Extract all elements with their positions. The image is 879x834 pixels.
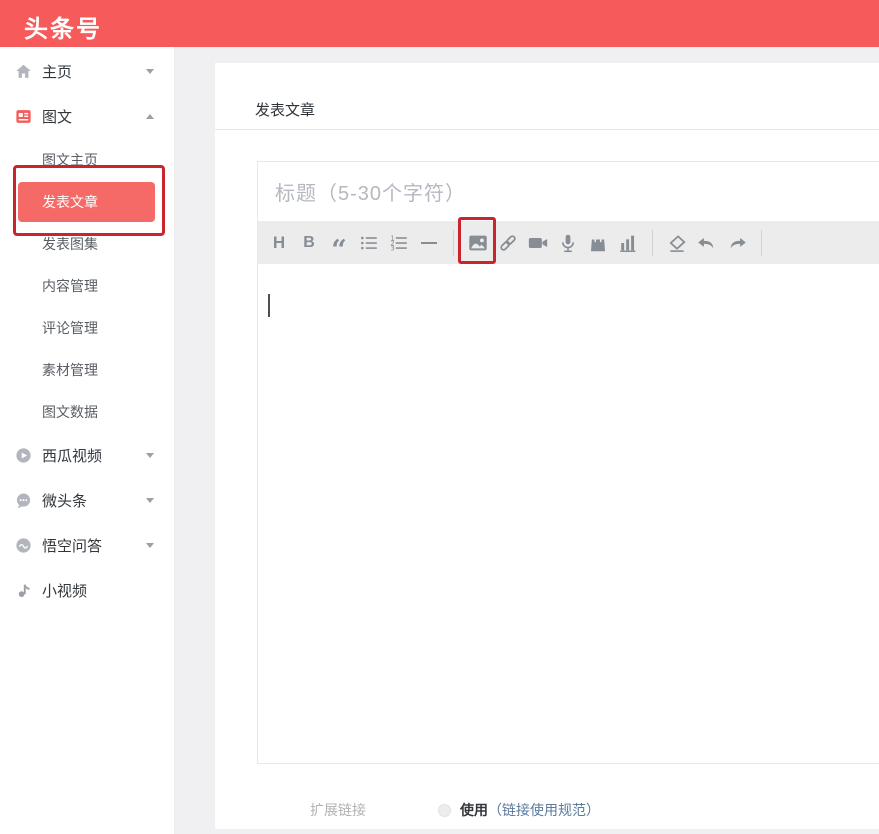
sidebar-item-label: 素材管理 <box>42 362 98 378</box>
link-icon[interactable] <box>493 221 523 264</box>
blockquote-icon[interactable]: “ <box>324 221 354 264</box>
numbered-list-icon[interactable]: 123 <box>384 221 414 264</box>
sidebar-item-悟空问答[interactable]: 悟空问答 <box>0 523 174 568</box>
sidebar-item-小视频[interactable]: 小视频 <box>0 568 174 613</box>
title-input[interactable]: 标题（5-30个字符） <box>258 162 879 221</box>
undo-icon[interactable] <box>692 221 722 264</box>
sidebar-item-label: 图文主页 <box>42 152 98 168</box>
sidebar-item-评论管理[interactable]: 评论管理 <box>0 307 174 349</box>
home-icon <box>14 62 33 81</box>
svg-text:3: 3 <box>390 244 394 252</box>
sidebar-item-主页[interactable]: 主页 <box>0 49 174 94</box>
toolbar-divider <box>652 229 653 256</box>
sidebar-item-label: 微头条 <box>42 493 88 510</box>
sidebar-item-发表文章[interactable]: 发表文章 <box>0 181 174 223</box>
redo-icon[interactable] <box>722 221 752 264</box>
sidebar-item-label: 图文 <box>42 109 73 126</box>
bold-icon[interactable]: B <box>294 221 324 264</box>
sidebar-item-内容管理[interactable]: 内容管理 <box>0 265 174 307</box>
image-icon[interactable] <box>463 221 493 264</box>
sidebar-item-label: 图文数据 <box>42 404 98 420</box>
toolbar-divider <box>453 229 454 256</box>
xigua-video-icon <box>14 446 33 465</box>
extension-link-row: 扩展链接 使用 （链接使用规范） <box>310 800 879 820</box>
title-placeholder: 标题（5-30个字符） <box>275 183 467 205</box>
sidebar-item-label: 西瓜视频 <box>42 448 103 465</box>
sidebar-item-素材管理[interactable]: 素材管理 <box>0 349 174 391</box>
wukong-qa-icon <box>14 536 33 555</box>
sidebar-item-label: 发表图集 <box>42 236 98 252</box>
extension-link-radio[interactable] <box>438 803 451 817</box>
sidebar-item-label: 评论管理 <box>42 320 98 336</box>
heading-icon[interactable]: H <box>264 221 294 264</box>
eraser-icon[interactable] <box>662 221 692 264</box>
bullet-list-icon[interactable] <box>354 221 384 264</box>
active-item-highlight[interactable]: 发表文章 <box>18 182 155 222</box>
sidebar-item-label: 主页 <box>42 64 73 81</box>
chevron-down-icon[interactable] <box>146 453 154 458</box>
editor-body-textarea[interactable] <box>258 264 879 763</box>
page-title: 发表文章 <box>255 102 316 119</box>
sidebar-item-label: 悟空问答 <box>42 538 103 555</box>
extension-use-label: 使用 <box>460 802 488 818</box>
top-header-bar: 头条号 <box>0 0 879 47</box>
chevron-up-icon[interactable] <box>146 114 154 119</box>
chevron-down-icon[interactable] <box>146 69 154 74</box>
toutiao-logo[interactable]: 头条号 <box>24 9 102 44</box>
link-usage-rules-link[interactable]: （链接使用规范） <box>488 800 600 820</box>
sidebar-item-西瓜视频[interactable]: 西瓜视频 <box>0 433 174 478</box>
editor-toolbar: H B “ 1 2 3 <box>258 221 879 264</box>
card-header: 发表文章 <box>215 63 879 130</box>
page: 头条号 主页 图文 图文主页 发表文章 发表图集 内容管理 评论管理 素材管理 图文数据 西瓜视频… <box>0 0 879 834</box>
toolbar-divider <box>761 229 762 256</box>
sidebar-nav: 主页图文图文主页发表文章发表图集内容管理评论管理素材管理图文数据西瓜视频微头条悟… <box>0 47 175 834</box>
publish-article-card: 发表文章 标题（5-30个字符） H B “ 1 2 3 扩展链接 使用 （链接使用规范） <box>215 63 879 829</box>
sidebar-item-发表图集[interactable]: 发表图集 <box>0 223 174 265</box>
chevron-down-icon[interactable] <box>146 498 154 503</box>
chart-icon[interactable] <box>613 221 643 264</box>
weitoutiao-icon <box>14 491 33 510</box>
microphone-icon[interactable] <box>553 221 583 264</box>
extension-link-label: 扩展链接 <box>310 802 366 818</box>
sidebar-item-label: 内容管理 <box>42 278 98 294</box>
sidebar-item-图文[interactable]: 图文 <box>0 94 174 139</box>
text-cursor <box>268 294 270 317</box>
chevron-down-icon[interactable] <box>146 543 154 548</box>
sidebar-item-label: 发表文章 <box>42 194 98 210</box>
sidebar-item-微头条[interactable]: 微头条 <box>0 478 174 523</box>
sidebar-item-图文主页[interactable]: 图文主页 <box>0 139 174 181</box>
horizontal-rule-icon[interactable] <box>414 221 444 264</box>
video-icon[interactable] <box>523 221 553 264</box>
article-icon <box>14 107 33 126</box>
goods-icon[interactable] <box>583 221 613 264</box>
sidebar-item-label: 小视频 <box>42 583 88 600</box>
small-video-icon <box>14 581 33 600</box>
article-editor: 标题（5-30个字符） H B “ 1 2 3 <box>257 161 879 764</box>
sidebar-item-图文数据[interactable]: 图文数据 <box>0 391 174 433</box>
